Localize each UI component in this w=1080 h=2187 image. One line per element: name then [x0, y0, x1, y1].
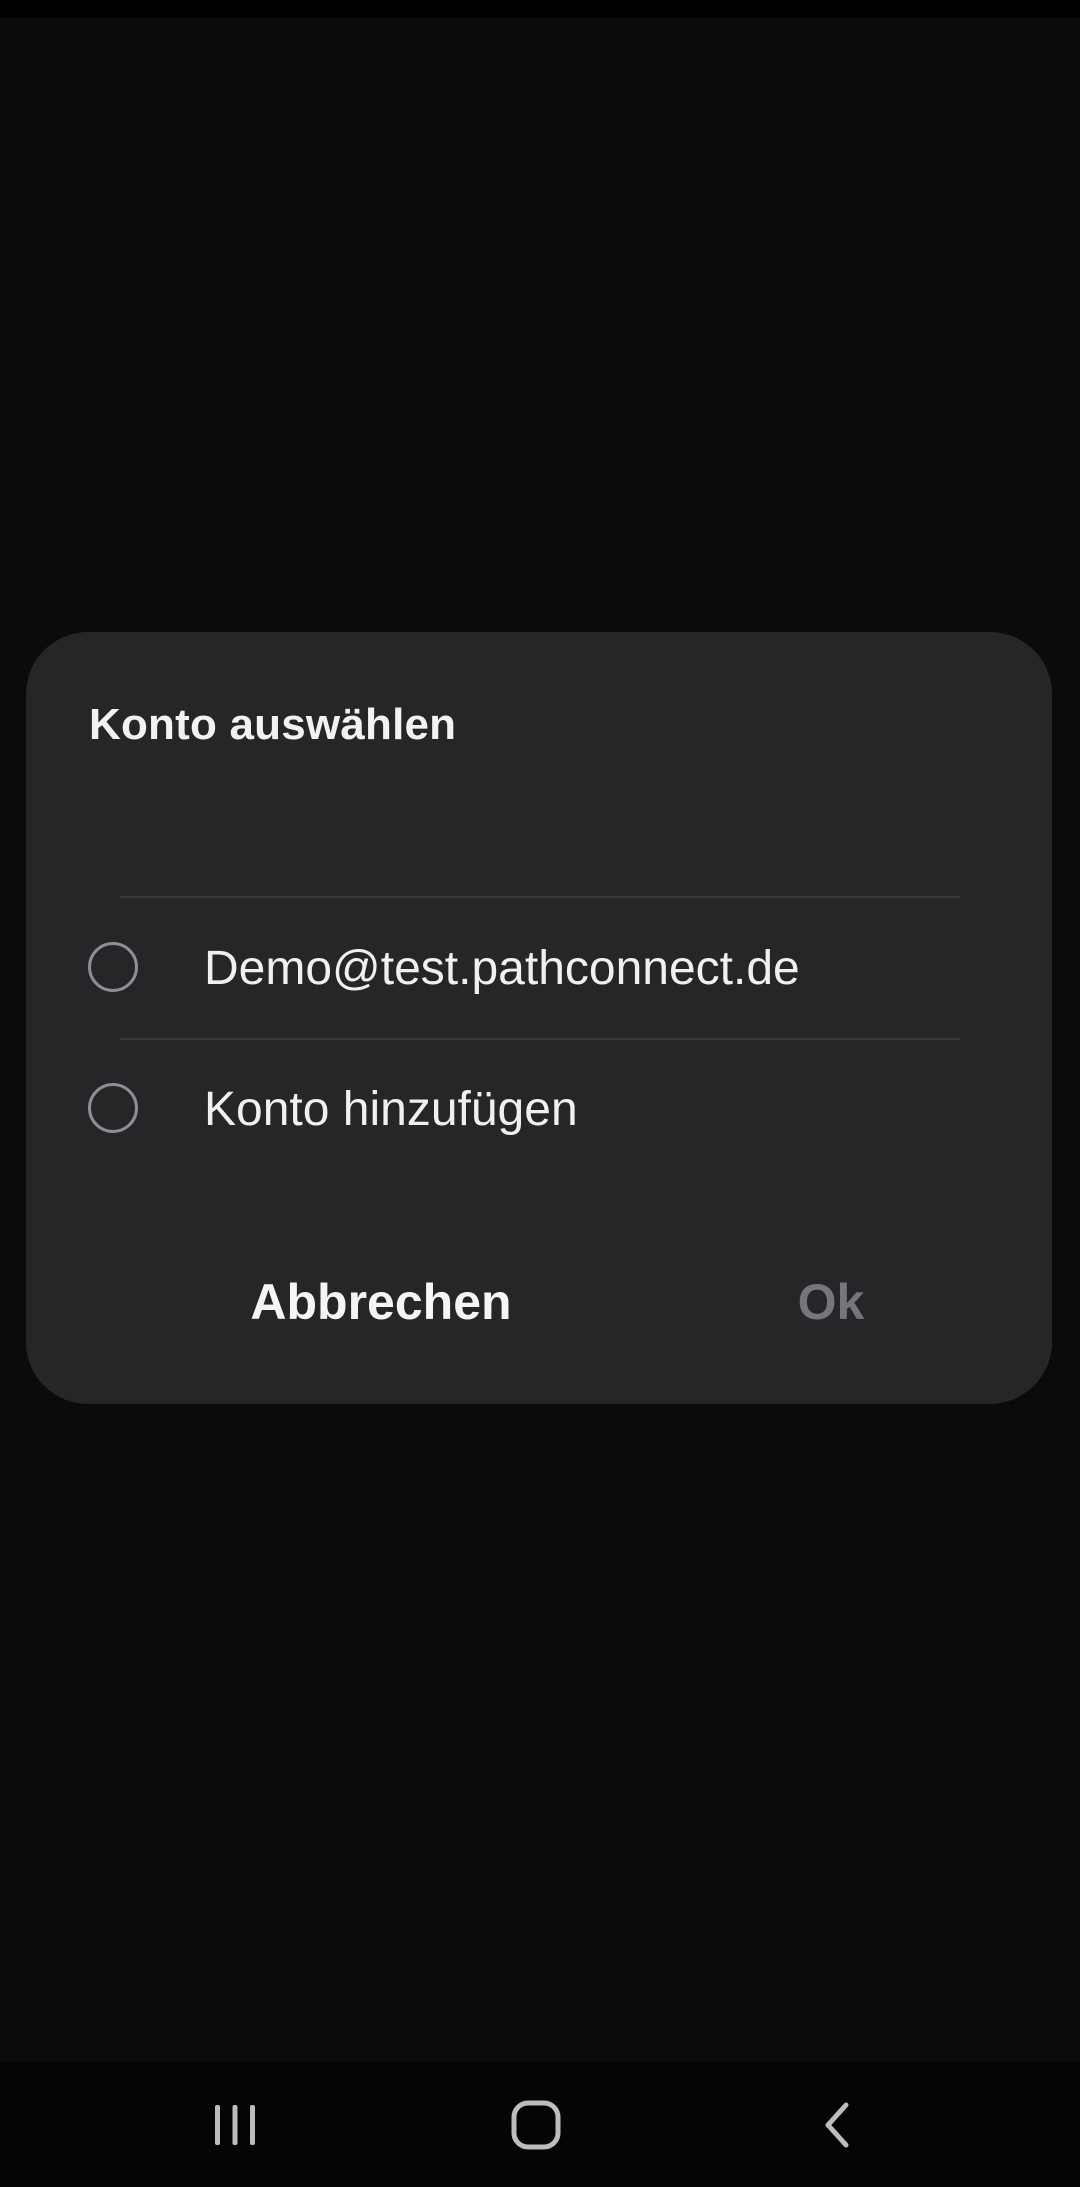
add-account-option[interactable]: Konto hinzufügen: [26, 1039, 1052, 1179]
back-button[interactable]: [738, 2062, 938, 2187]
radio-button[interactable]: [88, 1083, 138, 1133]
back-icon: [825, 2102, 849, 2147]
dialog-title: Konto auswählen: [89, 700, 457, 749]
account-option-demo[interactable]: Demo@test.pathconnect.de: [26, 898, 1052, 1038]
radio-button[interactable]: [88, 942, 138, 992]
home-button[interactable]: [436, 2062, 636, 2187]
add-account-label: Konto hinzufügen: [204, 1083, 578, 1136]
account-option-label: Demo@test.pathconnect.de: [204, 942, 800, 995]
screen: Konto auswählen Demo@test.pathconnect.de…: [0, 0, 1080, 2187]
status-bar: [0, 0, 1080, 18]
cancel-button[interactable]: Abbrechen: [146, 1252, 616, 1352]
ok-button[interactable]: Ok: [596, 1252, 1066, 1352]
navigation-bar: [0, 2062, 1080, 2187]
recent-apps-icon: [215, 2104, 255, 2145]
account-picker-dialog: Konto auswählen Demo@test.pathconnect.de…: [26, 632, 1052, 1404]
recent-apps-button[interactable]: [135, 2062, 335, 2187]
home-icon: [511, 2100, 561, 2149]
